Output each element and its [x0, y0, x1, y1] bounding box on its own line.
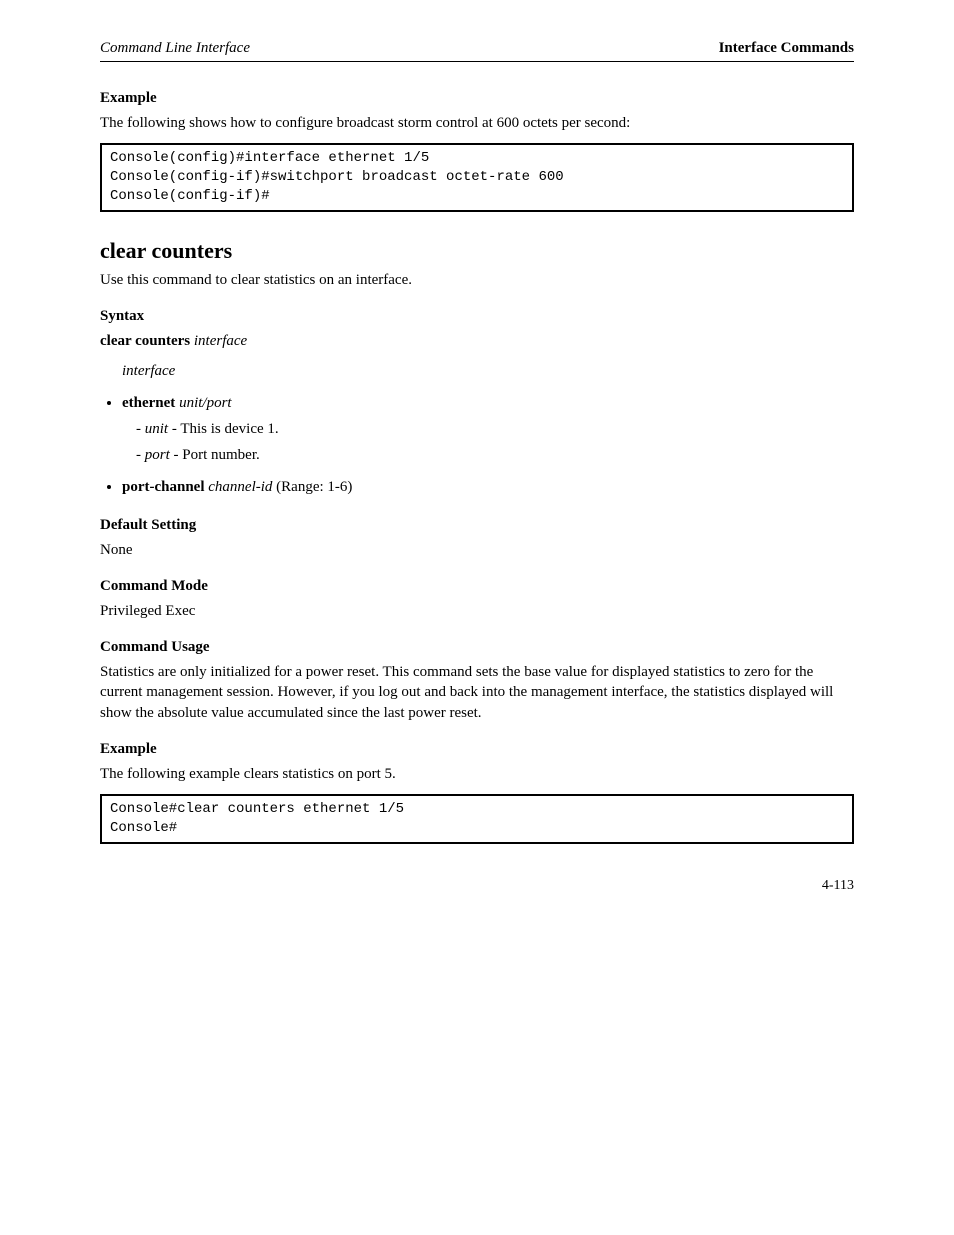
page-number: 4-113 — [822, 878, 854, 893]
interface-intro-word: interface — [122, 363, 175, 379]
example-label-1: Example — [100, 90, 854, 107]
interface-intro: interface — [122, 361, 854, 381]
header-right: Interface Commands — [719, 40, 854, 57]
page-header: Command Line Interface Interface Command… — [100, 40, 854, 62]
bullet-unit-italic: unit — [145, 421, 168, 437]
example-text-1: The following shows how to configure bro… — [100, 113, 854, 133]
bullet-port-channel-italic: channel-id — [208, 479, 272, 495]
example-text-2: The following example clears statistics … — [100, 764, 854, 784]
usage-text: Statistics are only initialized for a po… — [100, 662, 854, 723]
syntax-label: Syntax — [100, 308, 854, 325]
bullet-port-rest: - Port number. — [170, 447, 260, 463]
syntax-bullets: ethernet unit/port - unit - This is devi… — [100, 392, 854, 499]
example-label-2: Example — [100, 741, 854, 758]
code-block-1: Console(config)#interface ethernet 1/5 C… — [100, 143, 854, 212]
command-description: Use this command to clear statistics on … — [100, 270, 854, 290]
page-footer: 4-113 — [100, 878, 854, 894]
code-block-2: Console#clear counters ethernet 1/5 Cons… — [100, 794, 854, 844]
bullet-unit: - unit - This is device 1. — [136, 418, 854, 441]
bullet-ethernet: ethernet unit/port - unit - This is devi… — [122, 392, 854, 467]
bullet-ethernet-italic: unit/port — [179, 395, 232, 411]
command-title: clear counters — [100, 238, 854, 264]
bullet-port-channel-rest: (Range: 1-6) — [276, 479, 352, 495]
usage-label: Command Usage — [100, 639, 854, 656]
page: Command Line Interface Interface Command… — [0, 0, 954, 954]
syntax-command: clear counters — [100, 333, 190, 349]
mode-label: Command Mode — [100, 578, 854, 595]
default-label: Default Setting — [100, 517, 854, 534]
syntax-argument: interface — [194, 333, 247, 349]
bullet-port-italic: port — [145, 447, 170, 463]
header-left: Command Line Interface — [100, 40, 250, 57]
bullet-port-channel-bold: port-channel — [122, 479, 205, 495]
mode-text: Privileged Exec — [100, 601, 854, 621]
syntax-line: clear counters interface — [100, 331, 854, 351]
default-text: None — [100, 540, 854, 560]
bullet-port-channel: port-channel channel-id (Range: 1-6) — [122, 476, 854, 499]
bullet-ethernet-bold: ethernet — [122, 395, 175, 411]
bullet-port: - port - Port number. — [136, 444, 854, 467]
bullet-unit-rest: - This is device 1. — [168, 421, 279, 437]
